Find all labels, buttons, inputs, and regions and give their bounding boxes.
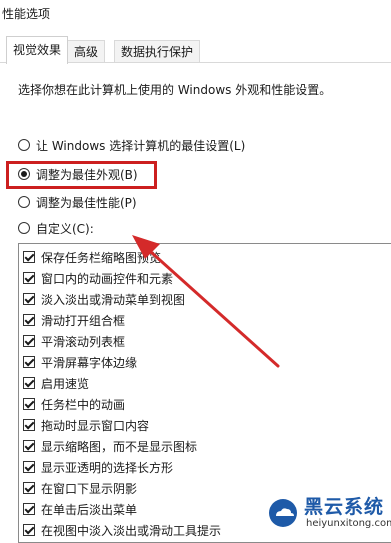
checkbox[interactable] <box>23 356 35 368</box>
watermark-url: heiyunxitong.com <box>306 518 391 529</box>
checkbox[interactable] <box>23 503 35 515</box>
effect-label: 淡入淡出或滑动菜单到视图 <box>41 292 186 307</box>
effect-item[interactable]: 淡入淡出或滑动菜单到视图 <box>23 290 185 308</box>
radio-custom[interactable]: 自定义(C): <box>18 219 94 237</box>
tab-strip: 视觉效果 高级 数据执行保护 <box>0 34 391 64</box>
checkbox[interactable] <box>23 461 35 473</box>
radio-button[interactable] <box>18 196 30 208</box>
visual-effects-pane: 选择你想在此计算机上使用的 Windows 外观和性能设置。 让 Windows… <box>0 62 391 543</box>
effect-label: 显示亚透明的选择长方形 <box>41 460 174 475</box>
effect-item[interactable]: 拖动时显示窗口内容 <box>23 416 149 434</box>
effect-item[interactable]: 任务栏中的动画 <box>23 395 125 413</box>
effect-item[interactable]: 显示亚透明的选择长方形 <box>23 458 173 476</box>
checkbox[interactable] <box>23 377 35 389</box>
radio-button[interactable] <box>18 139 30 151</box>
effect-item[interactable]: 平滑滚动列表框 <box>23 332 125 350</box>
effect-item[interactable]: 保存任务栏缩略图预览 <box>23 248 161 266</box>
effect-item[interactable]: 在视图中淡入淡出或滑动工具提示 <box>23 521 221 539</box>
checkbox[interactable] <box>23 419 35 431</box>
effect-item[interactable]: 启用速览 <box>23 374 89 392</box>
effect-label: 在视图中淡入淡出或滑动工具提示 <box>41 523 222 538</box>
checkbox[interactable] <box>23 482 35 494</box>
effect-label: 保存任务栏缩略图预览 <box>41 250 162 265</box>
red-highlight-box <box>6 161 157 189</box>
effect-label: 平滑滚动列表框 <box>41 334 126 349</box>
tab-data-execution-prevention[interactable]: 数据执行保护 <box>114 40 201 62</box>
watermark: 黑云系统 heiyunxitong.com <box>262 486 391 537</box>
effect-label: 滑动打开组合框 <box>41 313 126 328</box>
checkbox[interactable] <box>23 524 35 536</box>
effect-label: 窗口内的动画控件和元素 <box>41 271 174 286</box>
effect-item[interactable]: 平滑屏幕字体边缘 <box>23 353 137 371</box>
checkbox[interactable] <box>23 251 35 263</box>
tab-visual-effects[interactable]: 视觉效果 <box>6 36 69 64</box>
effect-label: 拖动时显示窗口内容 <box>41 418 150 433</box>
effect-label: 在单击后淡出菜单 <box>41 502 138 517</box>
checkbox[interactable] <box>23 314 35 326</box>
tab-advanced[interactable]: 高级 <box>67 40 106 62</box>
radio-button[interactable] <box>18 222 30 234</box>
checkbox[interactable] <box>23 398 35 410</box>
effect-label: 显示缩略图，而不是显示图标 <box>41 439 198 454</box>
effect-item[interactable]: 显示缩略图，而不是显示图标 <box>23 437 197 455</box>
radio-label: 调整为最佳性能(P) <box>36 195 137 210</box>
cloud-logo-icon <box>269 499 297 527</box>
effect-item[interactable]: 在窗口下显示阴影 <box>23 479 137 497</box>
checkbox[interactable] <box>23 293 35 305</box>
radio-label: 自定义(C): <box>36 221 94 236</box>
radio-best-performance[interactable]: 调整为最佳性能(P) <box>18 193 137 211</box>
watermark-title: 黑云系统 <box>304 496 385 518</box>
effect-label: 平滑屏幕字体边缘 <box>41 355 138 370</box>
checkbox[interactable] <box>23 272 35 284</box>
checkbox[interactable] <box>23 335 35 347</box>
effect-item[interactable]: 窗口内的动画控件和元素 <box>23 269 173 287</box>
window-titlebar: 性能选项 <box>0 0 391 34</box>
window-title: 性能选项 <box>2 7 51 21</box>
effect-item[interactable]: 在单击后淡出菜单 <box>23 500 137 518</box>
radio-let-windows-choose[interactable]: 让 Windows 选择计算机的最佳设置(L) <box>18 136 245 154</box>
effect-label: 任务栏中的动画 <box>41 397 126 412</box>
visual-effects-description: 选择你想在此计算机上使用的 Windows 外观和性能设置。 <box>18 83 332 97</box>
effect-item[interactable]: 滑动打开组合框 <box>23 311 125 329</box>
effect-label: 启用速览 <box>41 376 90 391</box>
radio-label: 让 Windows 选择计算机的最佳设置(L) <box>36 138 246 153</box>
effect-label: 在窗口下显示阴影 <box>41 481 138 496</box>
checkbox[interactable] <box>23 440 35 452</box>
